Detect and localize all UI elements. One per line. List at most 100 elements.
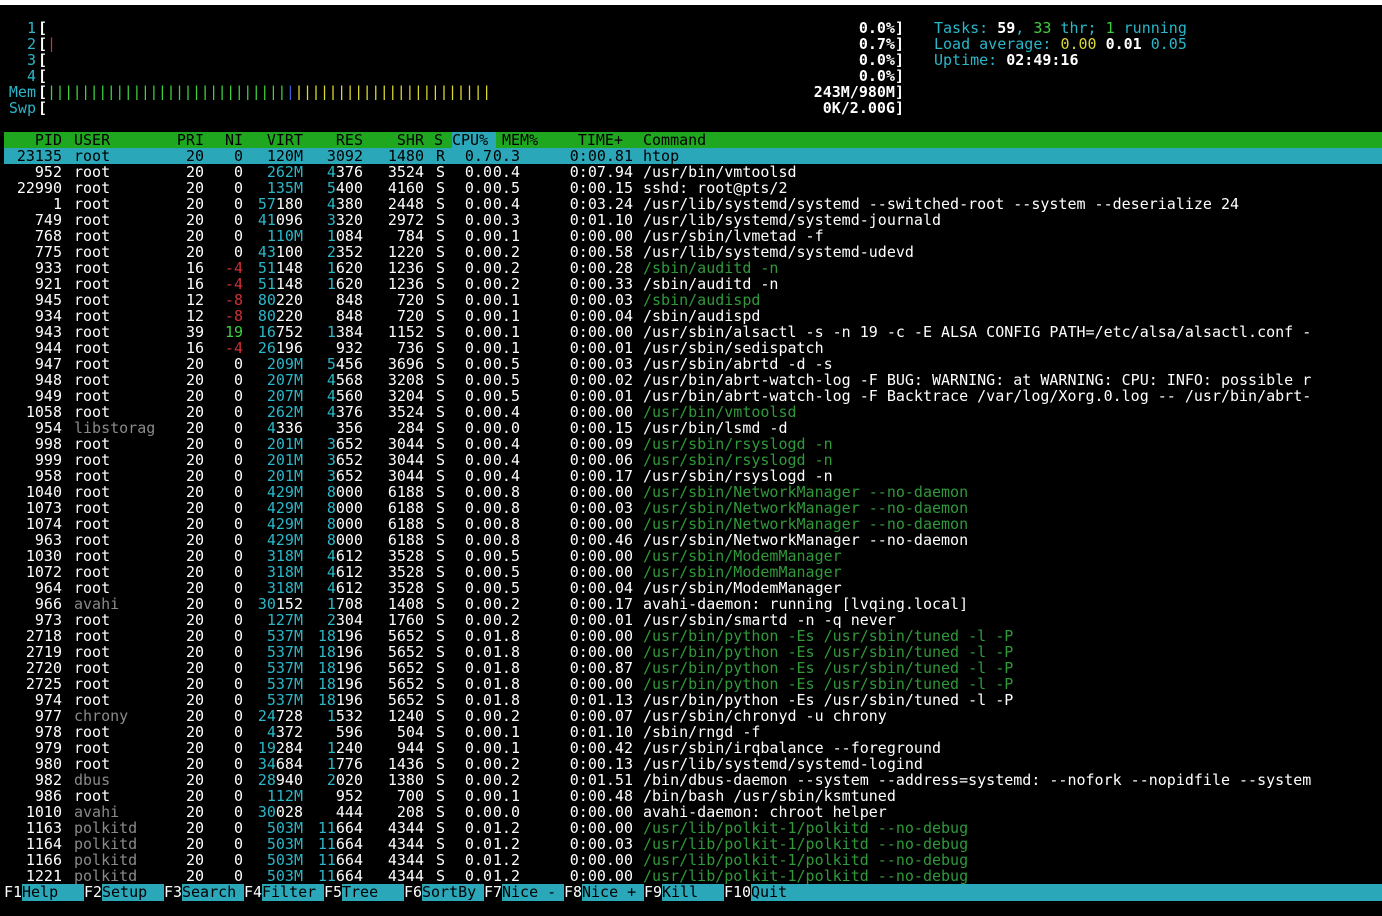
fkey-label-help[interactable]: Help (22, 884, 76, 901)
fkey-f7[interactable]: F7 (484, 884, 503, 901)
process-row[interactable]: 964 root 20 0 318M 4612 3528 S 0.0 0.5 0:00.04/usr… (4, 580, 1382, 596)
process-row[interactable]: 947 root 20 0 209M 5456 3696 S 0.0 0.5 0:00.03/usr… (4, 356, 1382, 372)
process-row[interactable]: 921 root 16 -4 51148 1620 1236 S 0.0 0.2 0:00.33/s… (4, 276, 1382, 292)
col-shr[interactable]: SHR (376, 132, 424, 148)
cell-res: 5400 (326, 180, 363, 196)
process-row[interactable]: 1073 root 20 0 429M 8000 6188 S 0.0 0.8 0:00.03/us… (4, 500, 1382, 516)
process-row[interactable]: 749 root 20 0 41096 3320 2972 S 0.0 0.3 0:01.10/us… (4, 212, 1382, 228)
fkey-f8[interactable]: F8 (564, 884, 583, 901)
cell-time: 0:00.28 (569, 260, 633, 276)
cell-res: 848 (335, 292, 363, 308)
process-row[interactable]: 952 root 20 0 262M 4376 3524 S 0.0 0.4 0:07.94/usr… (4, 164, 1382, 180)
cell-ni: 0 (233, 852, 243, 868)
cell-mem: 0.0 (492, 420, 520, 436)
fkey-f5[interactable]: F5 (324, 884, 343, 901)
process-row[interactable]: 2725 root 20 0 537M 18196 5652 S 0.0 1.8 0:00.00/u… (4, 676, 1382, 692)
process-row[interactable]: 979 root 20 0 19284 1240 944 S 0.0 0.1 0:00.42/usr… (4, 740, 1382, 756)
process-row[interactable]: 999 root 20 0 201M 3652 3044 S 0.0 0.4 0:00.06/usr… (4, 452, 1382, 468)
cell-pid: 948 (34, 372, 62, 388)
process-row[interactable]: 768 root 20 0 110M 1084 784 S 0.0 0.1 0:00.00/usr/… (4, 228, 1382, 244)
cell-shr: 3528 (387, 580, 424, 596)
cell-ni: -4 (224, 276, 243, 292)
cell-mem: 0.1 (492, 788, 520, 804)
cell-virt: 51148 (257, 276, 303, 292)
cell-ni: 0 (233, 724, 243, 740)
process-row[interactable]: 966 avahi 20 0 30152 1708 1408 S 0.0 0.2 0:00.17 av… (4, 596, 1382, 612)
process-row[interactable]: 1030 root 20 0 318M 4612 3528 S 0.0 0.5 0:00.00/us… (4, 548, 1382, 564)
cell-s: S (436, 868, 446, 884)
process-row[interactable]: 944 root 16 -4 26196 932 736 S 0.0 0.1 0:00.01/usr… (4, 340, 1382, 356)
col-res[interactable]: RES (309, 132, 363, 148)
fkey-f2[interactable]: F2 (84, 884, 103, 901)
process-row-selected[interactable]: 23135 root 20 0 120M 3092 1480 R 0.7 0.3 0:00.81 ht… (4, 148, 1382, 164)
cell-shr: 5652 (387, 660, 424, 676)
col-state[interactable]: S (434, 132, 443, 148)
col-ni[interactable]: NI (210, 132, 243, 148)
process-row[interactable]: 980 root 20 0 34684 1776 1436 S 0.0 0.2 0:00.13/us… (4, 756, 1382, 772)
col-command[interactable]: Command (643, 132, 706, 148)
process-row[interactable]: 945 root 12 -8 80220 848 720 S 0.0 0.1 0:00.03/sbi… (4, 292, 1382, 308)
process-row[interactable]: 943 root 39 19 16752 1384 1152 S 0.0 0.1 0:00.00/u… (4, 324, 1382, 340)
process-row[interactable]: 963 root 20 0 429M 8000 6188 S 0.0 0.8 0:00.46/usr… (4, 532, 1382, 548)
process-row[interactable]: 949 root 20 0 207M 4560 3204 S 0.0 0.5 0:00.01/usr… (4, 388, 1382, 404)
process-row[interactable]: 1221 polkitd 20 0 503M 11664 4344 S 0.0 1.2 0:00.0… (4, 868, 1382, 884)
process-row[interactable]: 775 root 20 0 43100 2352 1220 S 0.0 0.2 0:00.58/us… (4, 244, 1382, 260)
fkey-label-kill[interactable]: Kill (662, 884, 716, 901)
process-row[interactable]: 1040 root 20 0 429M 8000 6188 S 0.0 0.8 0:00.00/us… (4, 484, 1382, 500)
process-row[interactable]: 982 dbus 20 0 28940 2020 1380 S 0.0 0.2 0:01.51/bi… (4, 772, 1382, 788)
process-row[interactable]: 1074 root 20 0 429M 8000 6188 S 0.0 0.8 0:00.00/us… (4, 516, 1382, 532)
process-row[interactable]: 1164 polkitd 20 0 503M 11664 4344 S 0.0 1.2 0:00.0… (4, 836, 1382, 852)
fkey-label-setup[interactable]: Setup (102, 884, 156, 901)
cell-pid: 973 (34, 612, 62, 628)
fkey-f9[interactable]: F9 (644, 884, 663, 901)
fkey-label-nice-[interactable]: Nice + (582, 884, 636, 901)
process-row[interactable]: 986 root 20 0 112M 952 700 S 0.0 0.1 0:00.48/bin/b… (4, 788, 1382, 804)
process-row[interactable]: 22990 root 20 0 135M 5400 4160 S 0.0 0.5 0:00.15 ss… (4, 180, 1382, 196)
process-row[interactable]: 977 chrony 20 0 24728 1532 1240 S 0.0 0.2 0:00.07/… (4, 708, 1382, 724)
process-row[interactable]: 1166 polkitd 20 0 503M 11664 4344 S 0.0 1.2 0:00.0… (4, 852, 1382, 868)
col-cpu-sorted[interactable]: CPU% (452, 132, 496, 148)
col-user[interactable]: USER (74, 132, 110, 148)
cell-user: polkitd (74, 852, 138, 868)
process-row[interactable]: 2720 root 20 0 537M 18196 5652 S 0.0 1.8 0:00.87/u… (4, 660, 1382, 676)
col-pid[interactable]: PID (4, 132, 62, 148)
process-row[interactable]: 2718 root 20 0 537M 18196 5652 S 0.0 1.8 0:00.00/u… (4, 628, 1382, 644)
col-pri[interactable]: PRI (154, 132, 204, 148)
cell-user: dbus (74, 772, 111, 788)
col-time[interactable]: TIME+ (559, 132, 623, 148)
col-virt[interactable]: VIRT (249, 132, 303, 148)
fkey-label-quit[interactable]: Quit (751, 884, 805, 901)
fkey-label-nice-[interactable]: Nice - (502, 884, 556, 901)
process-row[interactable]: 2719 root 20 0 537M 18196 5652 S 0.0 1.8 0:00.00/u… (4, 644, 1382, 660)
fkey-f6[interactable]: F6 (404, 884, 423, 901)
cell-cmd: /usr/lib/systemd/systemd-journald (643, 212, 942, 228)
fkey-f10[interactable]: F10 (724, 884, 752, 901)
fkey-label-tree[interactable]: Tree (342, 884, 396, 901)
process-row[interactable]: 978 root 20 0 4372 596 504 S 0.0 0.1 0:01.10/sbin/… (4, 724, 1382, 740)
fkey-label-search[interactable]: Search (182, 884, 236, 901)
process-row[interactable]: 954 libstorag 20 0 4336 356 284 S 0.0 0.0 0:00.15/… (4, 420, 1382, 436)
process-row[interactable]: 933 root 16 -4 51148 1620 1236 S 0.0 0.2 0:00.28/s… (4, 260, 1382, 276)
col-mem[interactable]: MEM% (502, 132, 538, 148)
fkey-label-filter[interactable]: Filter (262, 884, 316, 901)
fkey-f3[interactable]: F3 (164, 884, 183, 901)
cell-pri: 20 (185, 612, 204, 628)
process-row[interactable]: 948 root 20 0 207M 4568 3208 S 0.0 0.5 0:00.02/usr… (4, 372, 1382, 388)
process-row[interactable]: 1072 root 20 0 318M 4612 3528 S 0.0 0.5 0:00.00/us… (4, 564, 1382, 580)
cell-pid: 2719 (25, 644, 62, 660)
process-row[interactable]: 998 root 20 0 201M 3652 3044 S 0.0 0.4 0:00.09/usr… (4, 436, 1382, 452)
cell-pri: 20 (185, 740, 204, 756)
process-row[interactable]: 974 root 20 0 537M 18196 5652 S 0.0 1.8 0:01.13/us… (4, 692, 1382, 708)
fkey-f4[interactable]: F4 (244, 884, 263, 901)
process-row[interactable]: 958 root 20 0 201M 3652 3044 S 0.0 0.4 0:00.17/usr… (4, 468, 1382, 484)
process-row[interactable]: 934 root 12 -8 80220 848 720 S 0.0 0.1 0:00.04/sbi… (4, 308, 1382, 324)
process-row[interactable]: 1058 root 20 0 262M 4376 3524 S 0.0 0.4 0:00.00/us… (4, 404, 1382, 420)
cell-mem: 0.8 (492, 500, 520, 516)
process-row[interactable]: 1163 polkitd 20 0 503M 11664 4344 S 0.0 1.2 0:00.0… (4, 820, 1382, 836)
fkey-label-sortby[interactable]: SortBy (422, 884, 476, 901)
process-row[interactable]: 1010 avahi 20 0 30028 444 208 S 0.0 0.0 0:00.00 ava… (4, 804, 1382, 820)
process-row[interactable]: 1 root 20 0 57180 4380 2448 S 0.0 0.4 0:03.24/usr/… (4, 196, 1382, 212)
fkey-f1[interactable]: F1 (4, 884, 23, 901)
cell-virt: 429M (266, 484, 303, 500)
process-row[interactable]: 973 root 20 0 127M 2304 1760 S 0.0 0.2 0:00.01/usr… (4, 612, 1382, 628)
